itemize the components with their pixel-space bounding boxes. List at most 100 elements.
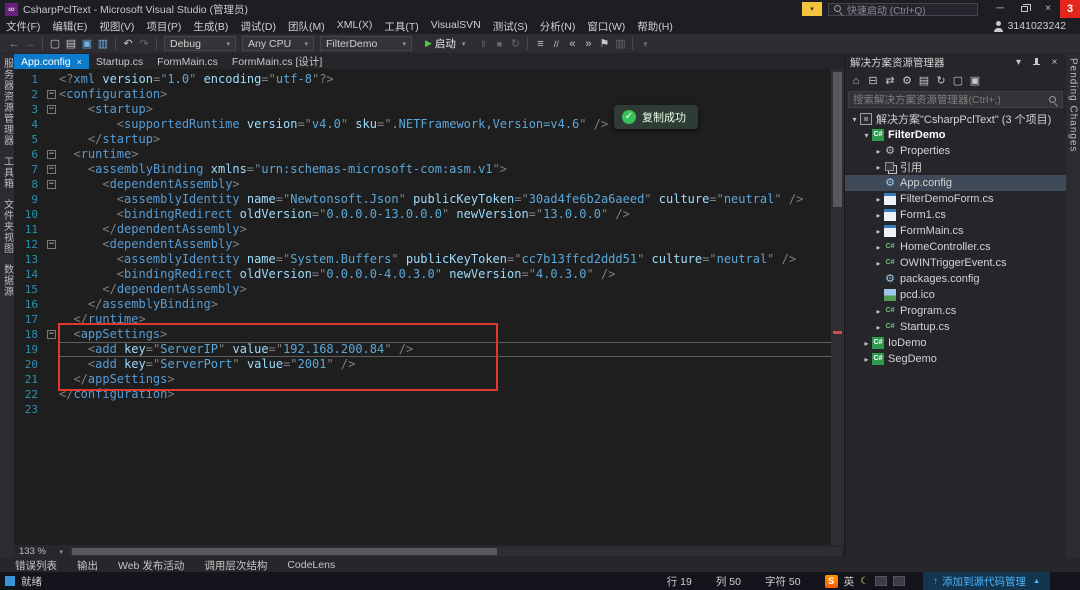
fold-marker-icon[interactable]: − — [47, 165, 56, 174]
open-file-icon[interactable]: ▤ — [63, 35, 79, 53]
expander-icon[interactable]: ▸ — [873, 163, 884, 172]
document-tab[interactable]: Startup.cs — [89, 54, 150, 69]
expander-icon[interactable]: ▾ — [849, 115, 860, 124]
code-line[interactable]: 17 </runtime> — [14, 312, 844, 327]
code-line[interactable]: 13 <assemblyIdentity name="System.Buffer… — [14, 252, 844, 267]
expander-icon[interactable]: ▸ — [861, 339, 872, 348]
editor-horizontal-scrollbar[interactable] — [70, 547, 842, 556]
solution-platform-dropdown[interactable]: Any CPU▾ — [242, 36, 314, 51]
minimize-button[interactable]: ─ — [988, 0, 1012, 18]
tree-item[interactable]: ▸Startup.cs — [845, 319, 1066, 335]
scrollbar-thumb[interactable] — [72, 548, 497, 555]
tree-item[interactable]: ▾FilterDemo — [845, 127, 1066, 143]
code-line[interactable]: 6− <runtime> — [14, 147, 844, 162]
indent-icon[interactable]: » — [580, 35, 596, 53]
close-icon[interactable]: × — [1048, 57, 1061, 68]
fold-marker-icon[interactable]: − — [47, 90, 56, 99]
editor-vertical-scrollbar[interactable] — [831, 69, 844, 545]
tree-item[interactable]: ▸SegDemo — [845, 351, 1066, 367]
menu-item[interactable]: 项目(P) — [140, 19, 187, 34]
expander-icon[interactable]: ▸ — [873, 259, 884, 268]
se-properties-icon[interactable]: ⚙ — [899, 74, 915, 87]
moon-icon[interactable]: ☾ — [860, 576, 869, 587]
code-line[interactable]: 11 </dependentAssembly> — [14, 222, 844, 237]
tool-window-tab[interactable]: 文件夹视图 — [0, 199, 15, 254]
tree-item[interactable]: ▸Properties — [845, 143, 1066, 159]
tree-item[interactable]: ▸FormMain.cs — [845, 223, 1066, 239]
break-all-icon[interactable]: ‖ — [475, 35, 491, 53]
tool-window-tab[interactable]: Pending Changes — [1068, 58, 1079, 153]
code-line[interactable]: 12− <dependentAssembly> — [14, 237, 844, 252]
solution-search-input[interactable]: 搜索解决方案资源管理器(Ctrl+;) — [848, 91, 1063, 108]
solution-configuration-dropdown[interactable]: Debug▾ — [164, 36, 236, 51]
code-line[interactable]: 1<?xml version="1.0" encoding="utf-8"?> — [14, 72, 844, 87]
display-whitespace-icon[interactable]: ≡ — [532, 35, 548, 53]
save-all-icon[interactable]: ▥ — [95, 35, 111, 53]
expander-icon[interactable]: ▸ — [873, 195, 884, 204]
code-line[interactable]: 22</configuration> — [14, 387, 844, 402]
tree-item[interactable]: packages.config — [845, 271, 1066, 287]
sogou-icon[interactable]: S — [825, 575, 838, 588]
code-line[interactable]: 2−<configuration> — [14, 87, 844, 102]
feedback-button[interactable]: ▾ — [802, 2, 822, 16]
expander-icon[interactable]: ▸ — [873, 243, 884, 252]
ime-toolbox-icon[interactable] — [875, 576, 887, 586]
bottom-panel-tab[interactable]: 错误列表 — [6, 558, 66, 573]
se-view-code-icon[interactable]: ▢ — [950, 74, 966, 87]
se-show-all-files-icon[interactable]: ▤ — [916, 74, 932, 87]
menu-item[interactable]: VisualSVN — [425, 19, 487, 34]
menu-item[interactable]: 编辑(E) — [46, 19, 93, 34]
expander-icon[interactable]: ▸ — [861, 355, 872, 364]
tree-item[interactable]: pcd.ico — [845, 287, 1066, 303]
restart-icon[interactable]: ↻ — [507, 35, 523, 53]
se-collapse-all-icon[interactable]: ⊟ — [865, 74, 881, 87]
start-debugging-button[interactable]: ▶ 启动 ▾ — [418, 36, 472, 51]
fold-marker-icon[interactable]: − — [47, 180, 56, 189]
se-refresh-icon[interactable]: ↻ — [933, 74, 949, 87]
code-editor[interactable]: 1<?xml version="1.0" encoding="utf-8"?>2… — [14, 69, 844, 545]
navigate-forward-icon[interactable]: → — [22, 35, 38, 53]
outdent-icon[interactable]: « — [564, 35, 580, 53]
comment-icon[interactable]: // — [548, 35, 564, 53]
bottom-panel-tab[interactable]: 输出 — [68, 558, 107, 573]
tree-item[interactable]: ▸IoDemo — [845, 335, 1066, 351]
code-line[interactable]: 23 — [14, 402, 844, 417]
bottom-panel-tab[interactable]: 调用层次结构 — [195, 558, 276, 573]
notification-badge[interactable]: 3 — [1060, 0, 1080, 18]
zoom-control[interactable]: 133 % ▾ — [14, 546, 68, 557]
tree-item[interactable]: ▾解决方案"CsharpPclText" (3 个项目) — [845, 111, 1066, 127]
code-line[interactable]: 15 </dependentAssembly> — [14, 282, 844, 297]
menu-item[interactable]: 窗口(W) — [581, 19, 631, 34]
pin-icon[interactable] — [1030, 57, 1043, 68]
menu-item[interactable]: 帮助(H) — [631, 19, 679, 34]
bottom-panel-tab[interactable]: CodeLens — [278, 559, 344, 571]
toolbar-overflow-icon[interactable]: ▾ — [637, 35, 653, 53]
menu-item[interactable]: 调试(D) — [234, 19, 282, 34]
expander-icon[interactable]: ▸ — [873, 147, 884, 156]
menu-item[interactable]: 团队(M) — [282, 19, 331, 34]
chevron-down-icon[interactable]: ▾ — [1012, 57, 1025, 68]
se-home-icon[interactable]: ⌂ — [848, 75, 864, 87]
expander-icon[interactable]: ▾ — [861, 131, 872, 140]
bottom-panel-tab[interactable]: Web 发布活动 — [109, 558, 193, 573]
ime-mode[interactable]: 英 — [844, 574, 855, 589]
ime-keyboard-icon[interactable] — [893, 576, 905, 586]
code-line[interactable]: 3− <startup> — [14, 102, 844, 117]
account-name[interactable]: 3141023242 — [1008, 20, 1066, 32]
code-line[interactable]: 18− <appSettings> — [14, 327, 844, 342]
menu-item[interactable]: 测试(S) — [487, 19, 534, 34]
code-line[interactable]: 21 </appSettings> — [14, 372, 844, 387]
code-line[interactable]: 4 <supportedRuntime version="v4.0" sku="… — [14, 117, 844, 132]
menu-item[interactable]: 分析(N) — [534, 19, 582, 34]
code-snippet-icon[interactable]: ▥ — [612, 35, 628, 53]
new-file-icon[interactable]: ▢ — [47, 35, 63, 53]
stop-debugging-icon[interactable]: ■ — [491, 35, 507, 53]
scrollbar-thumb[interactable] — [833, 72, 842, 207]
tree-item[interactable]: ▸FilterDemoForm.cs — [845, 191, 1066, 207]
code-line[interactable]: 10 <bindingRedirect oldVersion="0.0.0.0-… — [14, 207, 844, 222]
document-tab[interactable]: FormMain.cs — [150, 54, 225, 69]
menu-item[interactable]: 生成(B) — [187, 19, 234, 34]
close-button[interactable]: × — [1036, 0, 1060, 18]
document-tab[interactable]: App.config× — [14, 54, 89, 69]
code-line[interactable]: 16 </assemblyBinding> — [14, 297, 844, 312]
